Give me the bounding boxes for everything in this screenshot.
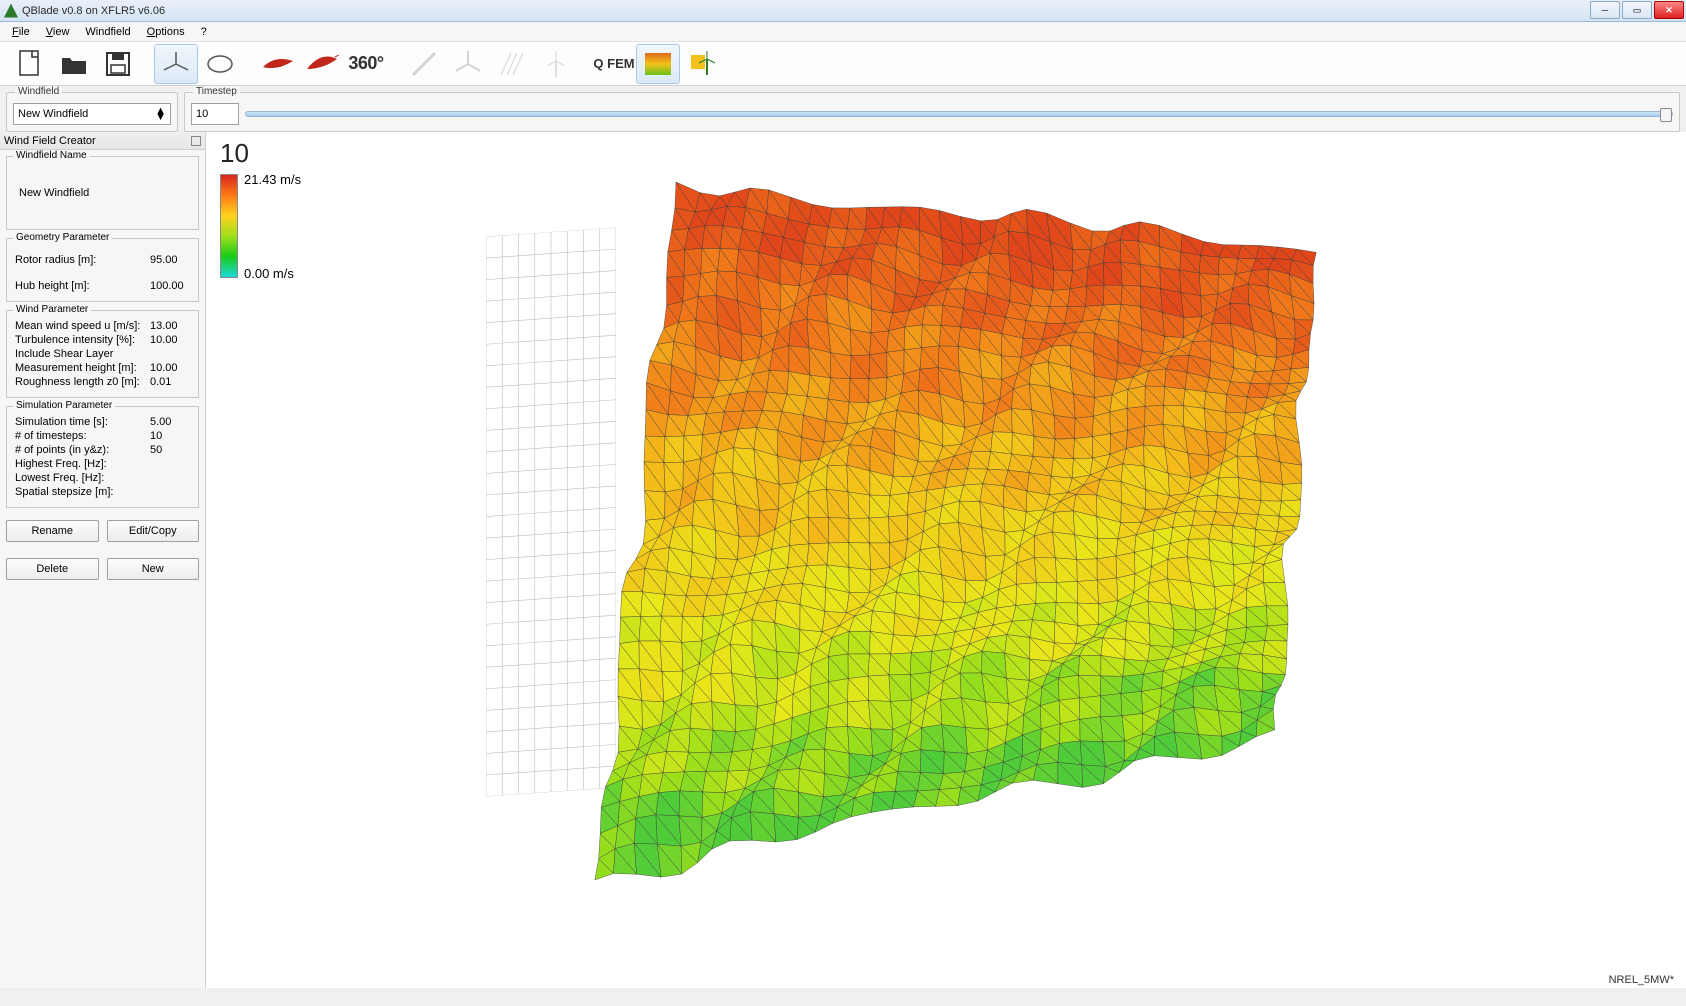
toolbar: 360° Q FEM [0,42,1686,86]
delete-button[interactable]: Delete [6,558,99,580]
menu-options[interactable]: Options [139,24,193,40]
viewport-3d[interactable]: 10 21.43 m/s 0.00 m/s [206,132,1686,988]
timestep-slider[interactable] [245,111,1673,117]
param-row: Roughness length z0 [m]:0.01 [15,375,190,389]
windfield-select-value: New Windfield [18,108,88,120]
windfield-view-button[interactable] [636,44,680,84]
windfield-select[interactable]: New Windfield ▲▼ [13,103,171,125]
blade-tool-1[interactable] [402,44,446,84]
windfield-selector-label: Windfield [15,86,62,97]
open-file-button[interactable] [52,44,96,84]
window-title: QBlade v0.8 on XFLR5 v6.06 [22,5,1590,17]
param-row: Highest Freq. [Hz]: [15,457,190,471]
panel-header: Wind Field Creator [0,132,205,150]
param-row: # of points (in y&z):50 [15,443,190,457]
windfield-scene [486,172,1346,892]
panel-dock-icon[interactable] [191,136,201,146]
qfem-button[interactable]: Q FEM [592,44,636,84]
geometry-fieldset: Geometry Parameter Rotor radius [m]:95.0… [6,238,199,302]
sidebar: Wind Field Creator Windfield Name New Wi… [0,132,206,988]
airfoil-outline-button[interactable] [198,44,242,84]
menu-view[interactable]: View [38,24,78,40]
sim-fieldset: Simulation Parameter Simulation time [s]… [6,406,199,508]
polar-360-button[interactable]: 360° [344,44,388,84]
menu-windfield[interactable]: Windfield [77,24,138,40]
turbine-tool[interactable] [534,44,578,84]
timestep-slider-thumb[interactable] [1660,108,1672,122]
colorbar-min: 0.00 m/s [244,266,294,281]
param-row: Hub height [m]:100.00 [15,279,190,293]
timestep-input[interactable] [191,103,239,125]
geometry-legend: Geometry Parameter [13,232,112,243]
new-button[interactable]: New [107,558,200,580]
app-icon [4,4,18,18]
editcopy-button[interactable]: Edit/Copy [107,520,200,542]
param-row: Simulation time [s]:5.00 [15,415,190,429]
minimize-button[interactable]: ─ [1590,1,1620,19]
param-row: Lowest Freq. [Hz]: [15,471,190,485]
panel-title: Wind Field Creator [4,135,96,147]
windfield-name-legend: Windfield Name [13,150,90,161]
new-file-button[interactable] [8,44,52,84]
sim-legend: Simulation Parameter [13,400,115,411]
turbulent-surface [556,172,1336,892]
blade-series-tool[interactable] [490,44,534,84]
menu-file[interactable]: File [4,24,38,40]
colorbar [220,174,238,278]
status-model-name: NREL_5MW* [1609,974,1674,986]
window-titlebar: QBlade v0.8 on XFLR5 v6.06 ─ ▭ ✕ [0,0,1686,22]
windfield-name-fieldset: Windfield Name New Windfield [6,156,199,230]
rotor-tool[interactable] [446,44,490,84]
timestep-overlay: 10 [220,138,249,169]
rename-button[interactable]: Rename [6,520,99,542]
axes-view-button[interactable] [154,44,198,84]
windfield-name-value: New Windfield [15,165,190,221]
timestep-group: Timestep [184,92,1680,132]
param-row: Spatial stepsize [m]: [15,485,190,499]
menubar: File View Windfield Options ? [0,22,1686,42]
wind-legend: Wind Parameter [13,304,91,315]
wind-fieldset: Wind Parameter Mean wind speed u [m/s]:1… [6,310,199,398]
param-row: Rotor radius [m]:95.00 [15,253,190,267]
timestep-label: Timestep [193,86,240,97]
param-row: Mean wind speed u [m/s]:13.00 [15,319,190,333]
windfield-selector-group: Windfield New Windfield ▲▼ [6,92,178,132]
select-arrows-icon: ▲▼ [155,108,166,120]
airfoil-red-1-button[interactable] [256,44,300,84]
airfoil-red-2-button[interactable] [300,44,344,84]
menu-help[interactable]: ? [193,24,215,40]
turbine-windfield-button[interactable] [680,44,724,84]
close-button[interactable]: ✕ [1654,1,1684,19]
colorbar-max: 21.43 m/s [244,172,301,187]
maximize-button[interactable]: ▭ [1622,1,1652,19]
param-row: Turbulence intensity [%]:10.00 [15,333,190,347]
save-file-button[interactable] [96,44,140,84]
param-row: # of timesteps:10 [15,429,190,443]
param-row: Measurement height [m]:10.00 [15,361,190,375]
param-row: Include Shear Layer [15,347,190,361]
